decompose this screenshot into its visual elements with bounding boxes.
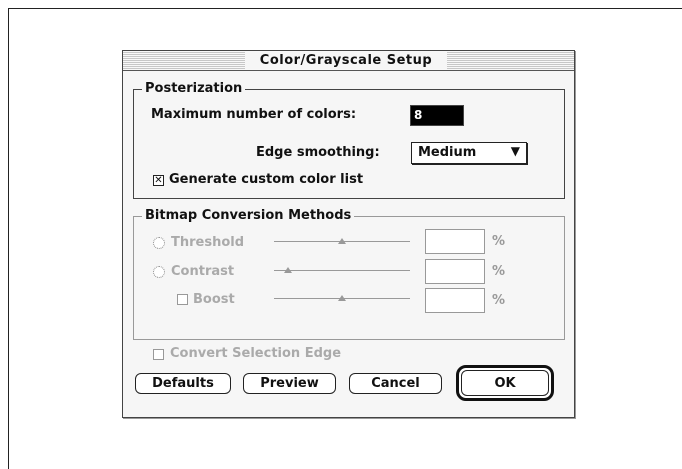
- edge-smoothing-value: Medium: [418, 145, 477, 160]
- threshold-percent-symbol: %: [492, 234, 506, 249]
- preview-button[interactable]: Preview: [243, 373, 336, 394]
- max-colors-input[interactable]: 8: [410, 105, 464, 126]
- contrast-label: Contrast: [171, 264, 235, 279]
- boost-slider-thumb[interactable]: [338, 295, 346, 301]
- bitmap-conversion-group-label: Bitmap Conversion Methods: [142, 208, 355, 224]
- boost-checkbox[interactable]: [177, 294, 188, 305]
- defaults-button[interactable]: Defaults: [135, 373, 231, 394]
- custom-color-list-label: Generate custom color list: [169, 172, 364, 187]
- max-colors-label: Maximum number of colors:: [151, 107, 357, 122]
- edge-smoothing-select[interactable]: Medium ▼: [411, 142, 527, 164]
- edge-smoothing-label: Edge smoothing:: [256, 145, 380, 160]
- boost-percent-symbol: %: [492, 293, 506, 308]
- contrast-radio[interactable]: [153, 266, 165, 278]
- color-grayscale-setup-dialog: Color/Grayscale Setup Posterization Maxi…: [122, 50, 575, 418]
- contrast-slider-track[interactable]: [274, 270, 410, 271]
- convert-selection-edge-checkbox[interactable]: [153, 349, 164, 360]
- threshold-radio[interactable]: [153, 237, 165, 249]
- posterization-group-label: Posterization: [142, 81, 246, 97]
- threshold-percent-input[interactable]: [425, 229, 485, 254]
- boost-label: Boost: [193, 292, 235, 307]
- ok-button-label: OK: [461, 370, 549, 396]
- dialog-title: Color/Grayscale Setup: [245, 52, 447, 69]
- contrast-slider-thumb[interactable]: [283, 267, 292, 273]
- chevron-down-icon: ▼: [510, 144, 520, 158]
- custom-color-list-checkbox[interactable]: ✕: [153, 175, 164, 186]
- boost-percent-input[interactable]: [425, 288, 485, 313]
- contrast-percent-symbol: %: [492, 264, 506, 279]
- threshold-label: Threshold: [171, 235, 245, 250]
- ok-button[interactable]: OK: [456, 365, 554, 401]
- threshold-slider-thumb[interactable]: [338, 238, 346, 244]
- cancel-button[interactable]: Cancel: [349, 373, 442, 394]
- convert-selection-edge-label: Convert Selection Edge: [170, 346, 342, 361]
- dialog-titlebar[interactable]: Color/Grayscale Setup: [123, 51, 574, 71]
- contrast-percent-input[interactable]: [425, 259, 485, 284]
